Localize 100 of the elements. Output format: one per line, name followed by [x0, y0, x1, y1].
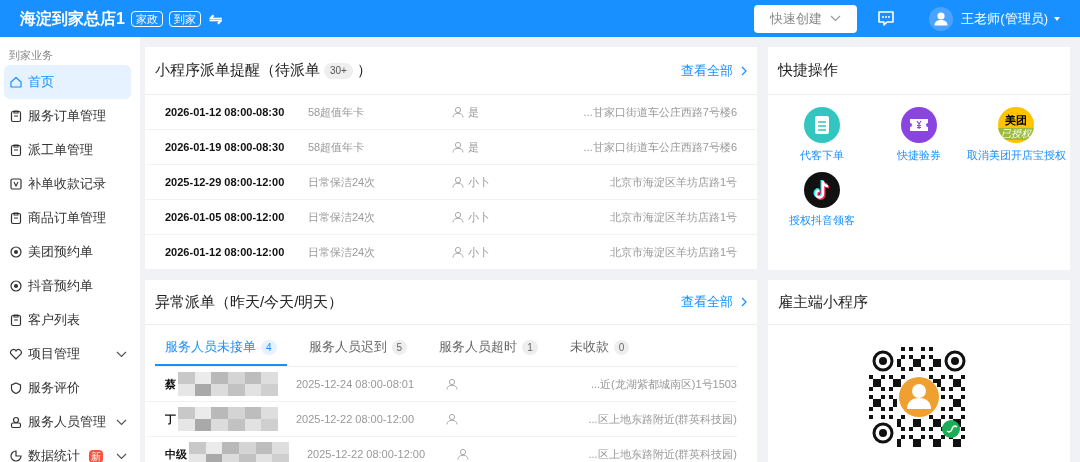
sidebar-item[interactable]: 项目管理: [4, 337, 131, 371]
tab[interactable]: 服务人员超时 1: [429, 330, 548, 366]
card-title: 小程序派单提醒（待派单: [155, 60, 320, 81]
avatar-icon[interactable]: [929, 6, 954, 31]
user-menu[interactable]: 王老师(管理员): [961, 8, 1060, 29]
tab[interactable]: 服务人员未接单 4: [155, 330, 287, 366]
quick-action[interactable]: 美团 已授权 取消美团开店宝授权: [967, 107, 1065, 164]
card-title-end: ）: [356, 60, 372, 81]
staff-name: 是: [468, 139, 479, 155]
order-time: 2026-01-19 08:00-08:30: [165, 139, 286, 155]
caret-icon: [1054, 16, 1060, 21]
sidebar-label: 服务订单管理: [28, 107, 106, 126]
sidebar-item[interactable]: 商品订单管理: [4, 201, 131, 235]
sidebar-label: 美团预约单: [28, 243, 93, 262]
sidebar-item[interactable]: 客户列表: [4, 303, 131, 337]
switch-store-button[interactable]: ⇋: [208, 6, 222, 31]
sidebar-label: 服务评价: [28, 379, 80, 398]
address-text: ...近(龙湖紫都城南区)1号1503: [590, 376, 737, 392]
card-title: 雇主端小程序: [778, 291, 868, 312]
service-name: 日常保洁24次: [308, 174, 377, 190]
new-badge: 新: [89, 449, 103, 462]
sidebar-label: 客户列表: [28, 311, 80, 330]
person-icon: [446, 378, 458, 390]
service-name: 日常保洁24次: [308, 209, 377, 225]
section-title: 到家业务: [8, 48, 54, 63]
circle-icon: [9, 279, 23, 293]
clipboard-icon: [9, 313, 23, 327]
sidebar-item[interactable]: 服务人员管理: [4, 405, 131, 439]
person-icon: [452, 176, 464, 188]
sidebar-label: 抖音预约单: [28, 277, 93, 296]
circle-icon: [9, 245, 23, 259]
chart-icon: [9, 449, 23, 462]
clipboard-icon: [803, 107, 840, 143]
store-tag: 家政: [130, 10, 163, 27]
quick-action-label: 快捷验券: [897, 148, 941, 163]
quick-create-button[interactable]: 快速创建: [754, 4, 858, 33]
order-time: 2025-12-29 08:00-12:00: [165, 174, 286, 190]
service-name: 58超值年卡: [308, 139, 366, 155]
sidebar-item[interactable]: 服务订单管理: [4, 99, 131, 133]
quick-action-label: 代客下单: [799, 148, 844, 163]
sidebar-item[interactable]: 数据统计 新: [4, 439, 131, 462]
quick-action[interactable]: 代客下单: [773, 107, 871, 164]
person-icon: [452, 246, 464, 258]
chevron-down-icon: [830, 15, 842, 22]
view-all-link[interactable]: 查看全部: [681, 60, 747, 81]
quick-action-label: 授权抖音领客: [788, 212, 855, 228]
order-time: 2026-01-12 08:00-12:00: [165, 244, 286, 260]
count-badge: 4: [261, 339, 277, 355]
address-text: ...甘家口街道车公庄西路7号楼6: [583, 139, 737, 155]
quick-action-label: 取消美团开店宝授权: [966, 148, 1066, 163]
staff-name: 蔡: [165, 376, 176, 392]
tab[interactable]: 服务人员迟到 5: [298, 330, 418, 366]
sidebar-label: 商品订单管理: [28, 209, 106, 228]
order-time: 2026-01-05 08:00-12:00: [165, 209, 286, 225]
service-name: 58超值年卡: [308, 104, 366, 120]
person-icon: [452, 211, 464, 223]
tab[interactable]: 未收款 0: [559, 330, 640, 366]
address-text: 北京市海淀区羊坊店路1号: [609, 244, 737, 260]
chevron-right-icon: [741, 297, 747, 307]
quick-action[interactable]: 授权抖音领客: [773, 171, 871, 228]
card-title: 异常派单（昨天/今天/明天）: [155, 291, 344, 312]
count-badge: 30+: [324, 62, 353, 79]
staff-name: 小卜: [468, 174, 490, 190]
address-text: ...区上地东路附近(群英科技园): [588, 411, 737, 427]
sidebar-item[interactable]: 服务评价: [4, 371, 131, 405]
chevron-right-icon: [741, 65, 747, 76]
order-time: 2025-12-24 08:00-08:01: [296, 376, 416, 392]
count-badge: 0: [613, 339, 630, 355]
shield-icon: [9, 381, 23, 395]
address-text: 北京市海淀区羊坊店路1号: [609, 209, 737, 225]
sidebar-label: 补单收款记录: [28, 175, 106, 194]
message-icon[interactable]: [877, 10, 896, 27]
staff-name: 丁: [165, 411, 176, 427]
address-text: ...区上地东路附近(群英科技园): [588, 446, 737, 462]
clipboard-icon: [9, 109, 23, 123]
sidebar-item[interactable]: 补单收款记录: [4, 167, 131, 201]
authorized-label: 已授权: [998, 128, 1035, 140]
person-icon: [9, 415, 23, 429]
logo-text: 美团: [1005, 114, 1028, 127]
quick-action[interactable]: 快捷验券: [870, 107, 968, 164]
heart-icon: [9, 347, 23, 361]
count-badge: 1: [522, 339, 538, 355]
staff-name: 中级: [165, 446, 187, 462]
sidebar-item[interactable]: 抖音预约单: [4, 269, 131, 303]
sidebar-label: 数据统计: [28, 447, 80, 462]
staff-name: 小卜: [468, 244, 490, 260]
sidebar-label: 项目管理: [28, 345, 80, 364]
view-all-link[interactable]: 查看全部: [681, 292, 747, 312]
sidebar-item[interactable]: 美团预约单: [4, 235, 131, 269]
staff-name: 是: [468, 104, 479, 120]
address-text: ...甘家口街道车公庄西路7号楼6: [583, 104, 737, 120]
person-icon: [446, 413, 458, 425]
music-note-icon: [803, 171, 840, 208]
clipboard-icon: [9, 211, 23, 225]
home-icon: [9, 75, 23, 89]
sidebar-item[interactable]: 派工单管理: [4, 133, 131, 167]
address-text: 北京市海淀区羊坊店路1号: [609, 174, 737, 190]
order-time: 2026-01-12 08:00-08:30: [165, 104, 286, 120]
staff-name: 小卜: [468, 209, 490, 225]
person-icon: [452, 141, 464, 153]
